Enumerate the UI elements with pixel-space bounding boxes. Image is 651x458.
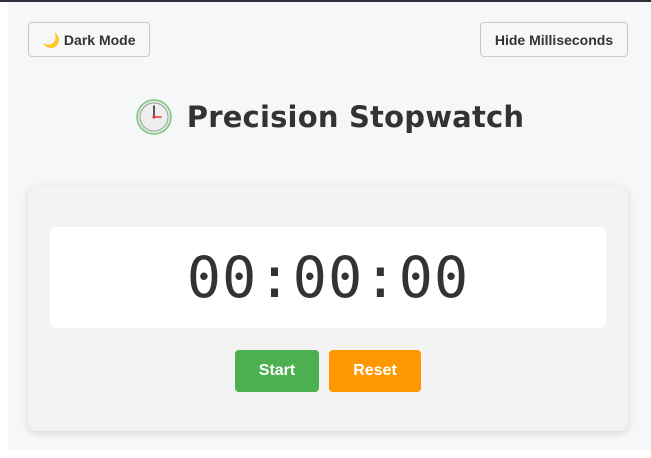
- stopwatch-card: 00:00:00 Start Reset: [28, 186, 628, 431]
- stopwatch-icon: [135, 98, 173, 136]
- start-button[interactable]: Start: [235, 350, 319, 392]
- hide-milliseconds-label: Hide Milliseconds: [494, 31, 614, 48]
- reset-button[interactable]: Reset: [329, 350, 421, 392]
- time-display: 00:00:00: [50, 227, 606, 328]
- page-title: Precision Stopwatch: [186, 100, 525, 134]
- moon-icon: 🌙: [42, 31, 60, 48]
- page: 🌙 Dark Mode Hide Milliseconds Precision …: [8, 2, 651, 450]
- hide-milliseconds-button[interactable]: Hide Milliseconds: [480, 22, 628, 57]
- dark-mode-label: Dark Mode: [63, 31, 136, 48]
- dark-mode-button[interactable]: 🌙 Dark Mode: [28, 22, 150, 57]
- header: Precision Stopwatch: [8, 98, 651, 136]
- time-readout: 00:00:00: [186, 244, 470, 311]
